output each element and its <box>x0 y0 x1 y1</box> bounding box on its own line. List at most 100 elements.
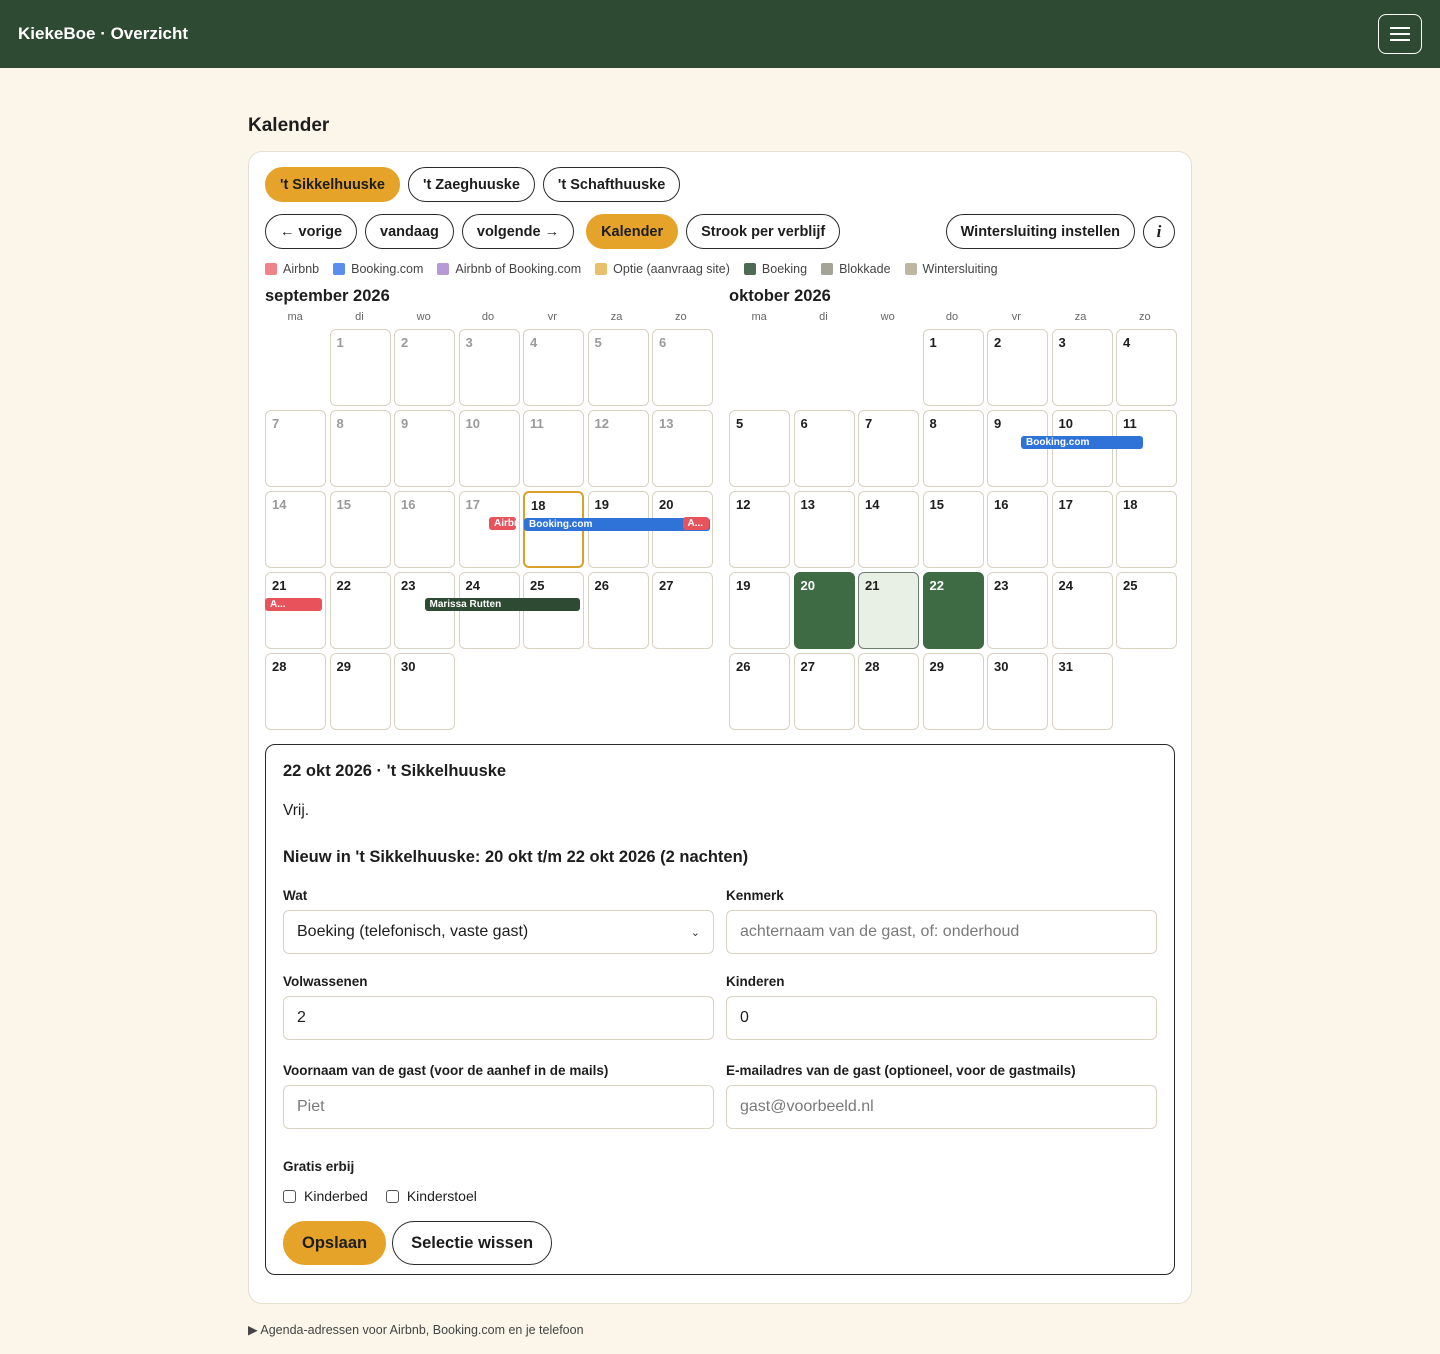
day-cell[interactable]: 23 Marissa Rutten <box>394 572 580 649</box>
email-label: E-mailadres van de gast (optioneel, voor… <box>726 1063 1076 1078</box>
kinderstoel-checkbox[interactable]: Kinderstoel <box>385 1188 477 1204</box>
reservation-bar[interactable]: Booking.com <box>1021 436 1143 449</box>
day-cell[interactable]: 4 <box>1116 329 1177 406</box>
day-cell[interactable]: 22 <box>922 572 984 649</box>
day-cell[interactable]: 24 <box>1051 572 1113 649</box>
day-cell[interactable]: 25 <box>1116 572 1177 649</box>
prev-button[interactable]: ← vorige <box>265 214 358 249</box>
day-cell[interactable]: 20 <box>793 572 855 649</box>
winter-closure-button[interactable]: Wintersluiting instellen <box>945 214 1135 249</box>
clear-selection-button[interactable]: Selectie wissen <box>392 1221 553 1265</box>
reservation-bar[interactable]: Marissa Rutten <box>424 598 580 611</box>
reservation-bar[interactable]: Airbnb <box>489 517 516 530</box>
day-cell[interactable]: 23 <box>987 572 1048 649</box>
day-cell[interactable]: 30 <box>394 653 455 730</box>
day-cell[interactable]: 11 <box>523 410 584 487</box>
day-cell[interactable]: 16 <box>394 491 455 568</box>
day-cell[interactable]: 27 <box>793 653 855 730</box>
day-cell[interactable]: 10 <box>458 410 520 487</box>
day-cell[interactable]: 2 <box>987 329 1048 406</box>
day-cell[interactable]: 6 <box>793 410 855 487</box>
wat-selected-value: Boeking (telefonisch, vaste gast) <box>297 923 529 940</box>
day-cell[interactable]: 10 Booking.com <box>1021 410 1143 487</box>
day-cell[interactable]: 4 <box>523 329 584 406</box>
wat-select[interactable]: Boeking (telefonisch, vaste gast) ⌄ <box>283 910 714 954</box>
reservation-bar[interactable]: A... <box>265 598 322 611</box>
email-input[interactable]: gast@voorbeeld.nl <box>726 1085 1157 1129</box>
save-button[interactable]: Opslaan <box>283 1221 387 1265</box>
main-content: Kalender 't Sikkelhuuske't Zaeghuuske't … <box>248 115 1192 1337</box>
weekday-label: zo <box>1139 311 1151 323</box>
day-cell[interactable]: 7 <box>265 410 326 487</box>
day-cell[interactable]: 13 <box>793 491 855 568</box>
day-cell[interactable]: 3 <box>1051 329 1113 406</box>
checkbox-icon[interactable] <box>385 1189 399 1203</box>
volwassenen-input[interactable]: 2 <box>283 996 714 1040</box>
detail-title: 22 okt 2026 · 't Sikkelhuuske <box>283 762 507 780</box>
day-cell[interactable]: 29 <box>329 653 391 730</box>
volwassenen-field: Volwassenen 2 <box>283 974 714 1040</box>
day-cell[interactable]: 5 <box>729 410 790 487</box>
day-cell[interactable]: 31 <box>1051 653 1113 730</box>
day-cell[interactable]: 15 <box>922 491 984 568</box>
day-cell[interactable]: 16 <box>987 491 1048 568</box>
day-cell[interactable]: 15 <box>329 491 391 568</box>
day-cell[interactable]: 1 <box>922 329 984 406</box>
wat-field: Wat Boeking (telefonisch, vaste gast) ⌄ <box>283 888 714 954</box>
property-tab-1[interactable]: 't Sikkelhuuske <box>265 167 400 202</box>
info-icon[interactable]: i <box>1143 215 1175 248</box>
day-cell[interactable]: 14 <box>858 491 919 568</box>
day-cell[interactable]: 12 <box>729 491 790 568</box>
reservation-bar[interactable]: A... <box>682 517 709 530</box>
kenmerk-input[interactable]: achternaam van de gast, of: onderhoud <box>726 910 1157 954</box>
kinderbed-checkbox[interactable]: Kinderbed <box>283 1188 368 1204</box>
day-cell[interactable]: 19 <box>729 572 790 649</box>
next-button[interactable]: volgende → <box>461 214 575 249</box>
kinderen-input[interactable]: 0 <box>726 996 1157 1040</box>
day-cell[interactable]: 17Airbnb <box>458 491 520 568</box>
day-cell[interactable]: 21 A... <box>265 572 326 649</box>
day-cell[interactable]: 12 <box>587 410 649 487</box>
day-cell[interactable]: 21 <box>858 572 919 649</box>
day-cell[interactable]: 7 <box>858 410 919 487</box>
legend-item: Boeking <box>743 262 807 276</box>
extras-group: Gratis erbij Kinderbed Kinderstoel <box>283 1159 1157 1205</box>
day-cell[interactable]: 18 <box>1116 491 1177 568</box>
property-tab-3[interactable]: 't Schafthuuske <box>542 167 681 202</box>
voornaam-input[interactable]: Piet <box>283 1085 714 1129</box>
day-cell[interactable]: 18 Booking.com <box>523 491 710 568</box>
day-cell[interactable]: 17 <box>1051 491 1113 568</box>
calendar-feeds-summary[interactable]: ▶ Agenda-adressen voor Airbnb, Booking.c… <box>248 1322 1192 1337</box>
day-cell[interactable]: 28 <box>265 653 326 730</box>
weekday-label: do <box>481 311 495 323</box>
today-button[interactable]: vandaag <box>365 214 454 249</box>
day-cell[interactable]: 28 <box>858 653 919 730</box>
day-cell[interactable]: 22 <box>329 572 391 649</box>
kinderen-label: Kinderen <box>726 974 785 989</box>
day-cell[interactable]: 27 <box>652 572 713 649</box>
view-strip-button[interactable]: Strook per verblijf <box>686 214 841 249</box>
voornaam-field: Voornaam van de gast (voor de aanhef in … <box>283 1063 714 1129</box>
day-cell[interactable]: 8 <box>922 410 984 487</box>
day-cell[interactable]: 5 <box>587 329 649 406</box>
property-tab-2[interactable]: 't Zaeghuuske <box>408 167 535 202</box>
view-calendar-button[interactable]: Kalender <box>586 214 679 249</box>
chevron-down-icon: ⌄ <box>690 926 700 939</box>
day-cell[interactable]: 2 <box>394 329 455 406</box>
day-cell[interactable]: 9 <box>394 410 455 487</box>
day-cell[interactable]: 3 <box>458 329 520 406</box>
day-cell[interactable]: 6 <box>652 329 713 406</box>
day-cell[interactable]: 26 <box>729 653 790 730</box>
day-cell[interactable]: 14 <box>265 491 326 568</box>
calendar-toolbar: ← vorige vandaag volgende → Kalender Str… <box>265 214 1175 249</box>
hamburger-menu-icon[interactable] <box>1378 14 1422 54</box>
day-cell[interactable]: 1 <box>329 329 391 406</box>
day-cell[interactable]: 26 <box>587 572 649 649</box>
checkbox-icon[interactable] <box>283 1189 296 1203</box>
day-cell[interactable]: 13 <box>652 410 713 487</box>
legend-swatch <box>904 263 917 275</box>
day-cell[interactable]: 8 <box>329 410 391 487</box>
day-cell[interactable]: 30 <box>987 653 1048 730</box>
weekday-label: zo <box>675 311 687 323</box>
day-cell[interactable]: 29 <box>922 653 984 730</box>
